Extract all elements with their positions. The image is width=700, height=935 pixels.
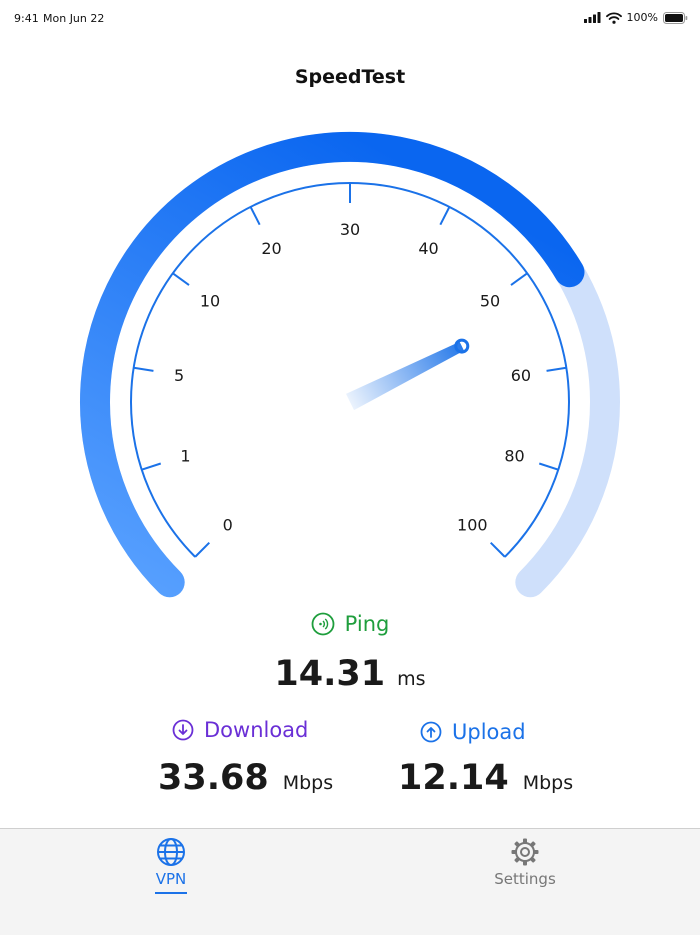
gauge-tick (490, 542, 506, 558)
download-result: 33.68 Mbps (158, 758, 333, 798)
upload-arrow-icon (420, 721, 442, 743)
upload-result: 12.14 Mbps (398, 758, 573, 798)
ping-signal-icon (311, 612, 335, 636)
gauge-tick (546, 366, 567, 372)
gauge-dial-arc (130, 182, 570, 558)
gauge-labels: 0 1 5 10 20 30 40 50 60 80 100 (174, 220, 531, 534)
upload-label: Upload (452, 720, 526, 744)
gauge-progress-arc (80, 132, 585, 598)
active-tab-indicator (155, 892, 187, 894)
gauge-tick (133, 366, 154, 372)
gauge-tick (538, 462, 559, 471)
gauge-tick (249, 206, 261, 226)
gauge-tick-label: 80 (504, 447, 524, 466)
ping-result: 14.31 ms (0, 654, 700, 694)
upload-unit: Mbps (522, 772, 574, 794)
gauge-tick (172, 272, 190, 286)
needle-body (346, 341, 464, 411)
gauge-needle (346, 338, 470, 411)
gauge-tick (439, 206, 451, 226)
gauge-tick (141, 462, 162, 471)
ping-label: Ping (344, 612, 390, 636)
tab-settings-label: Settings (494, 870, 556, 888)
tab-vpn[interactable]: VPN (111, 837, 231, 894)
tab-vpn-label: VPN (155, 870, 187, 888)
download-arrow-icon (172, 719, 194, 741)
download-unit: Mbps (282, 772, 334, 794)
gauge-ticks (133, 183, 567, 558)
speed-gauge: 0 1 5 10 20 30 40 50 60 80 100 (80, 132, 620, 598)
gauge-tick-label: 60 (511, 366, 531, 385)
tab-settings[interactable]: Settings (465, 837, 585, 888)
ping-unit: ms (397, 668, 426, 690)
ping-header: Ping (0, 612, 700, 636)
gauge-tick (510, 272, 528, 286)
gauge-tick-label: 20 (261, 239, 281, 258)
ping-value: 14.31 (274, 654, 386, 694)
gauge-tick-label: 30 (340, 220, 360, 239)
download-label: Download (204, 718, 309, 742)
gauge-tick-label: 40 (418, 239, 438, 258)
upload-header: Upload (420, 720, 526, 744)
upload-value: 12.14 (398, 758, 509, 798)
gear-icon (511, 838, 539, 866)
gauge-tick-label: 50 (480, 291, 500, 310)
gauge-tick-label: 1 (180, 447, 190, 466)
download-value: 33.68 (158, 758, 269, 798)
gauge-tick-label: 100 (457, 515, 488, 534)
download-header: Download (172, 718, 308, 742)
gauge-tick-label: 5 (174, 366, 184, 385)
gauge-tick-label: 10 (200, 291, 220, 310)
gauge-tick (194, 542, 210, 558)
globe-icon (157, 838, 185, 866)
tab-bar: VPN Settings (0, 828, 700, 935)
gauge-tick-label: 0 (223, 515, 233, 534)
